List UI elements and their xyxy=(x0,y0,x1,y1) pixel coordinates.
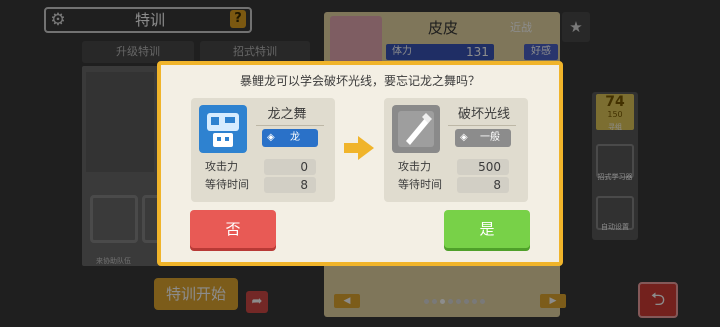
type-diamond-icon: ◈ xyxy=(460,132,468,143)
dragon-dance-icon xyxy=(199,105,247,153)
hyper-beam-icon xyxy=(392,105,440,153)
wait-label: 等待时间 xyxy=(398,178,442,191)
current-move-attack: 0 xyxy=(264,159,316,175)
divider xyxy=(256,125,324,126)
current-move-type: 龙 xyxy=(290,132,300,143)
current-move-name: 龙之舞 xyxy=(267,107,307,122)
attack-label: 攻击力 xyxy=(398,160,431,173)
new-move-type-badge: ◈ 一般 xyxy=(455,129,511,147)
new-move-wait: 8 xyxy=(457,177,509,193)
new-move-type: 一般 xyxy=(480,132,500,143)
yes-button[interactable]: 是 xyxy=(444,210,530,248)
replace-arrow-icon xyxy=(344,136,374,160)
type-diamond-icon: ◈ xyxy=(267,132,275,143)
attack-label: 攻击力 xyxy=(205,160,238,173)
current-move-wait: 8 xyxy=(264,177,316,193)
dialog-question: 暴鲤龙可以学会破坏光线，要忘记龙之舞吗？ xyxy=(239,74,480,88)
no-button[interactable]: 否 xyxy=(190,210,276,248)
new-move-attack: 500 xyxy=(457,159,509,175)
new-move-name: 破坏光线 xyxy=(457,107,510,122)
divider xyxy=(448,125,516,126)
wait-label: 等待时间 xyxy=(205,178,249,191)
current-move-type-badge: ◈ 龙 xyxy=(262,129,318,147)
